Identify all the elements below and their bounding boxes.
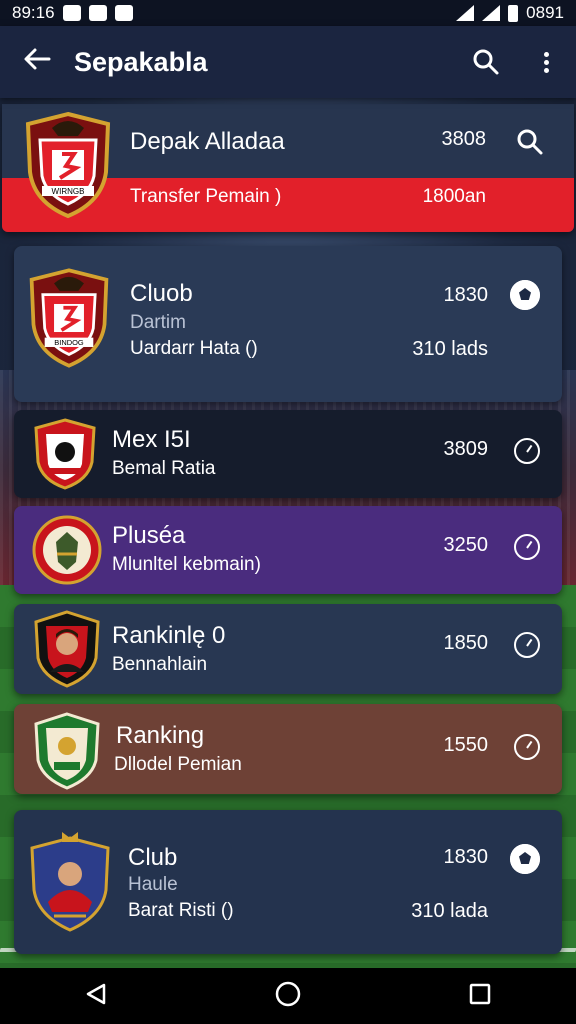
club-subtitle: Haule xyxy=(128,874,178,895)
nav-back-icon[interactable] xyxy=(84,982,108,1011)
club-subtitle: Dllodel Pemian xyxy=(114,754,242,775)
club-name: Cluob xyxy=(130,280,193,307)
battery-icon xyxy=(508,4,519,22)
app-bar: Sepakabla xyxy=(0,26,576,98)
status-time: 89:16 xyxy=(12,3,55,22)
search-icon[interactable] xyxy=(456,26,516,98)
club-subtitle: Bemal Ratia xyxy=(112,458,216,479)
nav-home-icon[interactable] xyxy=(275,981,301,1012)
club-detail: Barat Risti () xyxy=(128,900,234,921)
system-nav-bar xyxy=(0,968,576,1024)
list-item[interactable]: Ranking Dllodel Pemian 1550 xyxy=(14,704,562,794)
player-crest-icon xyxy=(34,610,100,688)
soccer-ball-icon[interactable] xyxy=(510,844,540,874)
featured-transfer-label: Transfer Pemain ) xyxy=(130,186,282,207)
club-crest-icon xyxy=(32,515,102,585)
clock-icon[interactable] xyxy=(514,632,540,658)
club-card[interactable]: BINDOG Cluob Dartim Uardarr Hata () 1830… xyxy=(14,246,562,402)
club-crest-icon: BINDOG xyxy=(29,268,109,368)
featured-club-number: 3808 xyxy=(441,128,487,150)
notification-icon xyxy=(62,5,81,21)
club-detail: Uardarr Hata () xyxy=(130,338,258,359)
clock-icon[interactable] xyxy=(514,534,540,560)
status-bar: 89:16 0891 xyxy=(0,0,576,26)
club-crest-icon xyxy=(30,832,110,932)
status-right-time: 0891 xyxy=(526,3,564,22)
club-subtitle: Mlunltel kebmain) xyxy=(112,554,261,575)
back-arrow-icon[interactable] xyxy=(0,45,74,79)
club-subtitle: Bennahlain xyxy=(112,654,208,675)
club-number: 1850 xyxy=(443,632,489,654)
list-item[interactable]: Mex I5I Bemal Ratia 3809 xyxy=(14,410,562,498)
svg-text:BINDOG: BINDOG xyxy=(54,338,84,347)
wifi-icon xyxy=(456,5,475,21)
soccer-ball-icon[interactable] xyxy=(510,280,540,310)
club-number: 1830 xyxy=(443,846,489,868)
club-subtitle: Dartim xyxy=(130,312,186,333)
featured-club-name: Depak Alladaa xyxy=(130,128,285,155)
club-number: 3250 xyxy=(443,534,489,556)
notification-icon xyxy=(114,5,133,21)
club-name: Ranking xyxy=(116,722,205,749)
club-name: Club xyxy=(128,844,178,871)
club-sub-value: 310 lads xyxy=(412,338,488,360)
search-icon[interactable] xyxy=(500,114,560,170)
featured-transfer-value: 1800an xyxy=(422,186,486,207)
club-name: Mex I5I xyxy=(112,426,191,453)
club-number: 3809 xyxy=(443,438,489,460)
more-options-icon[interactable] xyxy=(516,26,576,98)
svg-text:WIRNGB: WIRNGB xyxy=(52,187,85,196)
page-title: Sepakabla xyxy=(74,46,208,77)
club-crest-icon xyxy=(34,712,100,790)
status-left: 89:16 xyxy=(12,3,133,23)
featured-club-card[interactable]: WIRNGB Depak Alladaa 3808 Transfer Pemai… xyxy=(2,104,574,232)
club-crest-icon xyxy=(34,418,96,490)
club-name: Pluséa xyxy=(112,522,186,549)
clock-icon[interactable] xyxy=(514,734,540,760)
club-name: Rankinlę 0 xyxy=(112,622,226,649)
signal-icon xyxy=(482,5,501,21)
club-number: 1830 xyxy=(443,284,489,306)
clock-icon[interactable] xyxy=(514,438,540,464)
club-card[interactable]: Club Haule Barat Risti () 1830 310 lada xyxy=(14,810,562,954)
list-item[interactable]: Pluséa Mlunltel kebmain) 3250 xyxy=(14,506,562,594)
club-crest-icon: WIRNGB xyxy=(25,111,111,219)
notification-icon xyxy=(88,5,107,21)
status-right: 0891 xyxy=(456,3,564,23)
club-sub-value: 310 lada xyxy=(411,900,488,922)
list-item[interactable]: Rankinlę 0 Bennahlain 1850 xyxy=(14,604,562,694)
nav-recents-icon[interactable] xyxy=(468,982,492,1011)
club-number: 1550 xyxy=(443,734,489,756)
